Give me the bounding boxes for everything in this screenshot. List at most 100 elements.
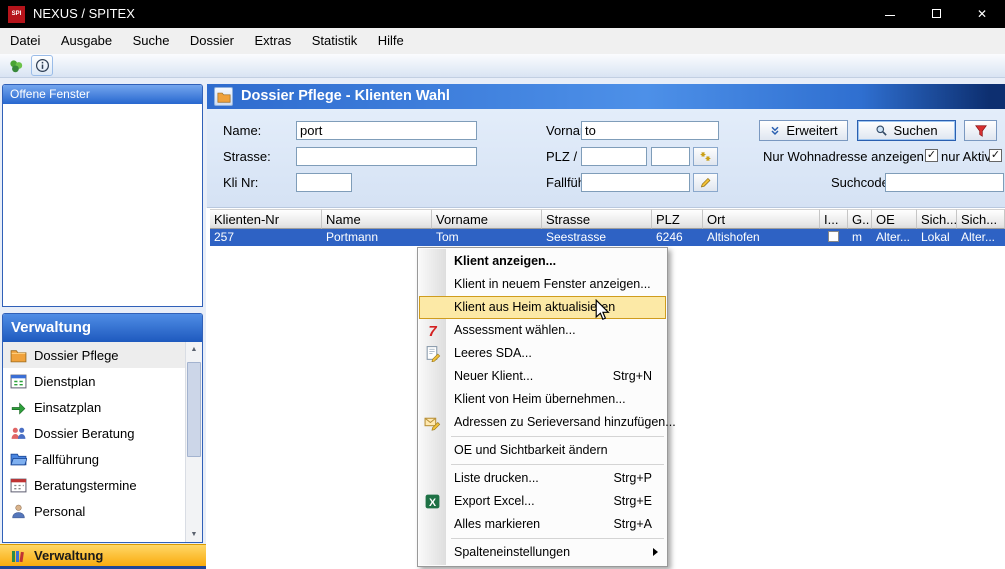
menu-item-leeres-sda[interactable]: Leeres SDA...: [419, 342, 666, 365]
toolbar: [0, 54, 1005, 78]
wohnadresse-checkbox[interactable]: [925, 149, 938, 162]
minimize-icon: [885, 15, 895, 16]
menu-item-klient-neues-fenster[interactable]: Klient in neuem Fenster anzeigen...: [419, 273, 666, 296]
sidebar-item-einsatzplan[interactable]: Einsatzplan: [3, 394, 185, 420]
cell-klienten-nr: 257: [210, 229, 322, 246]
menu-suche[interactable]: Suche: [125, 28, 178, 54]
mouse-cursor: [594, 299, 610, 321]
pencil-icon: [699, 176, 712, 189]
menu-item-liste-drucken[interactable]: Liste drucken... Strg+P: [419, 467, 666, 490]
cell-name: Portmann: [322, 229, 432, 246]
column-header-klienten-nr[interactable]: Klienten-Nr: [210, 209, 322, 229]
column-header-sich2[interactable]: Sich...: [957, 209, 1005, 229]
column-header-strasse[interactable]: Strasse: [542, 209, 652, 229]
menu-item-adressen-serieversand[interactable]: Adressen zu Serieversand hinzufügen...: [419, 411, 666, 434]
svg-text:X: X: [429, 497, 436, 509]
menu-item-alles-markieren[interactable]: Alles markieren Strg+A: [419, 513, 666, 536]
erweitert-button[interactable]: Erweitert: [759, 120, 848, 141]
beratungstermine-icon: [10, 477, 27, 494]
minimize-button[interactable]: [867, 0, 913, 28]
verwaltung-bottom-button[interactable]: Verwaltung: [0, 544, 206, 566]
menu-separator: [451, 538, 664, 539]
dienstplan-icon: [10, 373, 27, 390]
menu-datei[interactable]: Datei: [2, 28, 48, 54]
filter-clear-button[interactable]: [964, 120, 997, 141]
sidebar-item-dienstplan[interactable]: Dienstplan: [3, 368, 185, 394]
menu-item-neuer-klient[interactable]: Neuer Klient... Strg+N: [419, 365, 666, 388]
sda-icon: [424, 345, 441, 362]
menu-extras[interactable]: Extras: [246, 28, 299, 54]
shortcut-label: Strg+A: [613, 513, 652, 536]
menu-item-klient-aus-heim-aktualisieren[interactable]: Klient aus Heim aktualisieren: [419, 296, 666, 319]
fallfuehrung-edit-button[interactable]: [693, 173, 718, 192]
sidebar-item-dossier-pflege[interactable]: Dossier Pflege: [3, 342, 185, 368]
name-input[interactable]: [296, 121, 477, 140]
menu-item-export-excel[interactable]: X Export Excel... Strg+E: [419, 490, 666, 513]
plz-input[interactable]: [581, 147, 647, 166]
submenu-arrow-icon: [653, 548, 658, 556]
cell-sich1: Lokal: [917, 229, 957, 246]
vorname-input[interactable]: [581, 121, 719, 140]
table-row[interactable]: 257 Portmann Tom Seestrasse 6246 Altisho…: [210, 229, 1005, 246]
menu-dossier[interactable]: Dossier: [182, 28, 242, 54]
sidebar-item-beratungstermine[interactable]: Beratungstermine: [3, 472, 185, 498]
cell-vorname: Tom: [432, 229, 542, 246]
scrollbar-thumb[interactable]: [187, 362, 201, 457]
status-icon[interactable]: [7, 57, 25, 75]
menu-item-klient-von-heim-uebernehmen[interactable]: Klient von Heim übernehmen...: [419, 388, 666, 411]
menu-hilfe[interactable]: Hilfe: [370, 28, 412, 54]
ort-input[interactable]: [651, 147, 690, 166]
column-header-vorname[interactable]: Vorname: [432, 209, 542, 229]
fallfuehrung-icon: [10, 451, 27, 468]
plz-lookup-button[interactable]: [693, 147, 718, 166]
suchcode-label: Suchcode:: [831, 175, 892, 190]
menu-item-assessment-waehlen[interactable]: 7 Assessment wählen...: [419, 319, 666, 342]
column-header-plz[interactable]: PLZ: [652, 209, 703, 229]
menu-item-oe-sichtbarkeit[interactable]: OE und Sichtbarkeit ändern: [419, 439, 666, 462]
app-logo: SPI: [8, 6, 25, 23]
column-header-ort[interactable]: Ort: [703, 209, 820, 229]
titlebar: SPI NEXUS / SPITEX ✕: [0, 0, 1005, 28]
scroll-down-button[interactable]: ▼: [186, 527, 202, 542]
kli-nr-label: Kli Nr:: [223, 175, 258, 190]
aktive-checkbox[interactable]: [989, 149, 1002, 162]
scroll-up-button[interactable]: ▲: [186, 342, 202, 357]
column-header-g[interactable]: G..: [848, 209, 872, 229]
close-button[interactable]: ✕: [959, 0, 1005, 28]
suchcode-input[interactable]: [885, 173, 1004, 192]
column-header-i[interactable]: I...: [820, 209, 848, 229]
maximize-icon: [932, 9, 941, 18]
nav-list: Dossier Pflege Dienstplan Einsatzplan Do…: [3, 342, 185, 542]
serieversand-icon: [424, 414, 441, 431]
fallfuehrung-input[interactable]: [581, 173, 690, 192]
cell-plz: 6246: [652, 229, 703, 246]
row-checkbox[interactable]: [828, 231, 839, 242]
suchen-button[interactable]: Suchen: [857, 120, 956, 141]
sidebar-scrollbar[interactable]: ▲ ▼: [185, 342, 202, 542]
dossier-pflege-icon: [10, 347, 27, 364]
sidebar-item-dossier-beratung[interactable]: Dossier Beratung: [3, 420, 185, 446]
excel-icon: X: [424, 493, 441, 510]
cell-sich2: Alter...: [957, 229, 1005, 246]
strasse-input[interactable]: [296, 147, 477, 166]
sidebar-item-label: Dienstplan: [34, 374, 95, 389]
page-header: Dossier Pflege - Klienten Wahl: [207, 84, 1005, 109]
column-header-sich1[interactable]: Sich...: [917, 209, 957, 229]
column-header-oe[interactable]: OE: [872, 209, 917, 229]
column-header-name[interactable]: Name: [322, 209, 432, 229]
menu-item-spalteneinstellungen[interactable]: Spalteneinstellungen: [419, 541, 666, 564]
name-label: Name:: [223, 123, 261, 138]
sidebar-item-label: Fallführung: [34, 452, 99, 467]
menu-ausgabe[interactable]: Ausgabe: [53, 28, 120, 54]
menu-item-klient-anzeigen[interactable]: Klient anzeigen...: [419, 250, 666, 273]
sidebar-item-fallfuehrung[interactable]: Fallführung: [3, 446, 185, 472]
maximize-button[interactable]: [913, 0, 959, 28]
cell-strasse: Seestrasse: [542, 229, 652, 246]
info-icon: [35, 58, 50, 73]
info-button[interactable]: [31, 55, 53, 76]
kli-nr-input[interactable]: [296, 173, 352, 192]
menu-statistik[interactable]: Statistik: [304, 28, 366, 54]
sidebar-item-personal[interactable]: Personal: [3, 498, 185, 524]
verwaltung-icon: [10, 548, 26, 564]
sidebar: Offene Fenster Verwaltung Dossier Pflege…: [0, 78, 206, 569]
